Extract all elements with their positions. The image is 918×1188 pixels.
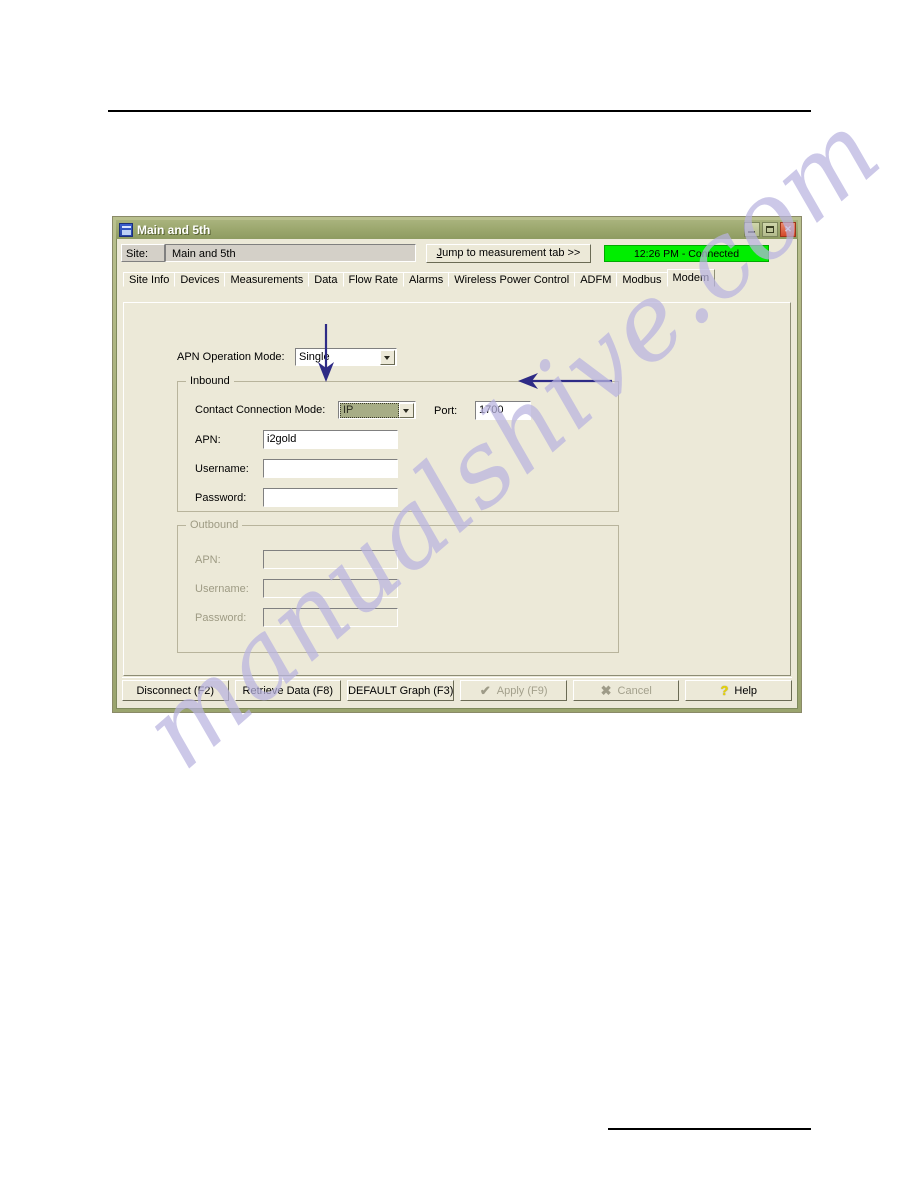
inbound-group-legend: Inbound [186,375,234,387]
title-bar: Main and 5th ✕ [116,220,798,239]
application-window: Main and 5th ✕ Site: Main and 5th Jump t… [112,216,802,713]
inbound-apn-label: APN: [195,433,221,446]
help-button-label: Help [734,684,758,697]
contact-connection-mode-label: Contact Connection Mode: [195,404,326,416]
apn-operation-mode-combo[interactable]: Single [295,348,397,366]
tab-modbus[interactable]: Modbus [616,272,668,287]
outbound-password-textbox [263,608,398,627]
tab-measurements[interactable]: Measurements [224,272,310,287]
maximize-button[interactable] [762,222,778,237]
page-header-rule [108,110,811,112]
outbound-group: Outbound APN: Username: Password: [177,519,619,653]
question-mark-icon: ? [720,683,729,698]
header-strip: Site: Main and 5th Jump to measurement t… [121,242,793,264]
chevron-down-icon[interactable] [380,349,395,365]
inbound-group: Inbound Contact Connection Mode: IP Port… [177,375,619,512]
inbound-apn-textbox[interactable]: i2gold [263,430,398,449]
contact-connection-mode-row: Contact Connection Mode: IP [195,401,416,419]
site-label: Site: [121,244,165,262]
inbound-username-textbox[interactable] [263,459,398,478]
application-icon [119,222,133,237]
tab-flow-rate[interactable]: Flow Rate [342,272,405,287]
contact-connection-mode-value: IP [340,402,399,418]
help-button[interactable]: ? Help [685,680,792,701]
port-row: Port: 1700 [434,401,531,420]
outbound-username-label: Username: [195,582,249,595]
tab-adfm[interactable]: ADFM [574,272,618,287]
window-controls: ✕ [744,222,796,237]
page-footer-rule [608,1128,811,1130]
chevron-down-icon[interactable] [399,402,414,418]
modem-tab-panel: APN Operation Mode: Single Inbound Conta… [123,302,791,676]
inbound-password-label: Password: [195,491,247,504]
window-client-area: Site: Main and 5th Jump to measurement t… [116,239,798,709]
inbound-username-row: Username: [195,459,398,478]
default-graph-button[interactable]: DEFAULT Graph (F3) [347,680,455,701]
cancel-button: ✖ Cancel [572,680,680,701]
outbound-group-legend: Outbound [186,519,243,531]
outbound-apn-row: APN: [195,550,398,569]
outbound-password-row: Password: [195,608,398,627]
outbound-apn-label: APN: [195,553,221,566]
jump-to-measurement-tab-button[interactable]: Jump to measurement tab >> [426,243,591,263]
inbound-apn-row: APN: i2gold [195,430,398,449]
window-frame: Main and 5th ✕ Site: Main and 5th Jump t… [113,217,801,712]
disconnect-button-label: Disconnect (F2) [136,684,215,697]
close-button[interactable]: ✕ [780,222,796,237]
tab-devices[interactable]: Devices [174,272,226,287]
outbound-apn-textbox [263,550,398,569]
button-bar: Disconnect (F2) Retrieve Data (F8) DEFAU… [122,677,792,704]
tab-data[interactable]: Data [308,272,344,287]
cancel-button-label: Cancel [617,684,652,697]
retrieve-data-button-label: Retrieve Data (F8) [242,684,334,697]
window-title: Main and 5th [137,222,211,237]
disconnect-button[interactable]: Disconnect (F2) [122,680,229,701]
apn-operation-mode-label: APN Operation Mode: [177,351,285,363]
apply-button: ✔ Apply (F9) [460,680,567,701]
check-icon: ✔ [479,683,491,698]
tab-modem[interactable]: Modem [666,269,716,287]
outbound-username-row: Username: [195,579,398,598]
outbound-password-label: Password: [195,611,247,624]
jump-button-label: ump to measurement tab >> [442,246,581,259]
tab-alarms[interactable]: Alarms [403,272,450,287]
port-textbox[interactable]: 1700 [475,401,531,420]
retrieve-data-button[interactable]: Retrieve Data (F8) [234,680,342,701]
apply-button-label: Apply (F9) [496,684,548,697]
outbound-username-textbox [263,579,398,598]
tab-strip: Site Info Devices Measurements Data Flow… [123,269,791,287]
default-graph-button-label: DEFAULT Graph (F3) [348,684,454,697]
inbound-password-textbox[interactable] [263,488,398,507]
minimize-button[interactable] [744,222,760,237]
contact-connection-mode-combo[interactable]: IP [338,401,416,419]
site-value[interactable]: Main and 5th [165,244,416,262]
apn-operation-mode-value: Single [299,351,330,363]
connection-status-badge: 12:26 PM - Connected [604,244,769,262]
apn-operation-mode-row: APN Operation Mode: Single [177,348,397,366]
inbound-password-row: Password: [195,488,398,507]
close-x-icon: ✖ [600,683,612,698]
inbound-username-label: Username: [195,462,249,475]
tab-wireless-power-control[interactable]: Wireless Power Control [448,272,576,287]
tab-site-info[interactable]: Site Info [123,272,176,287]
port-label: Port: [434,404,458,417]
